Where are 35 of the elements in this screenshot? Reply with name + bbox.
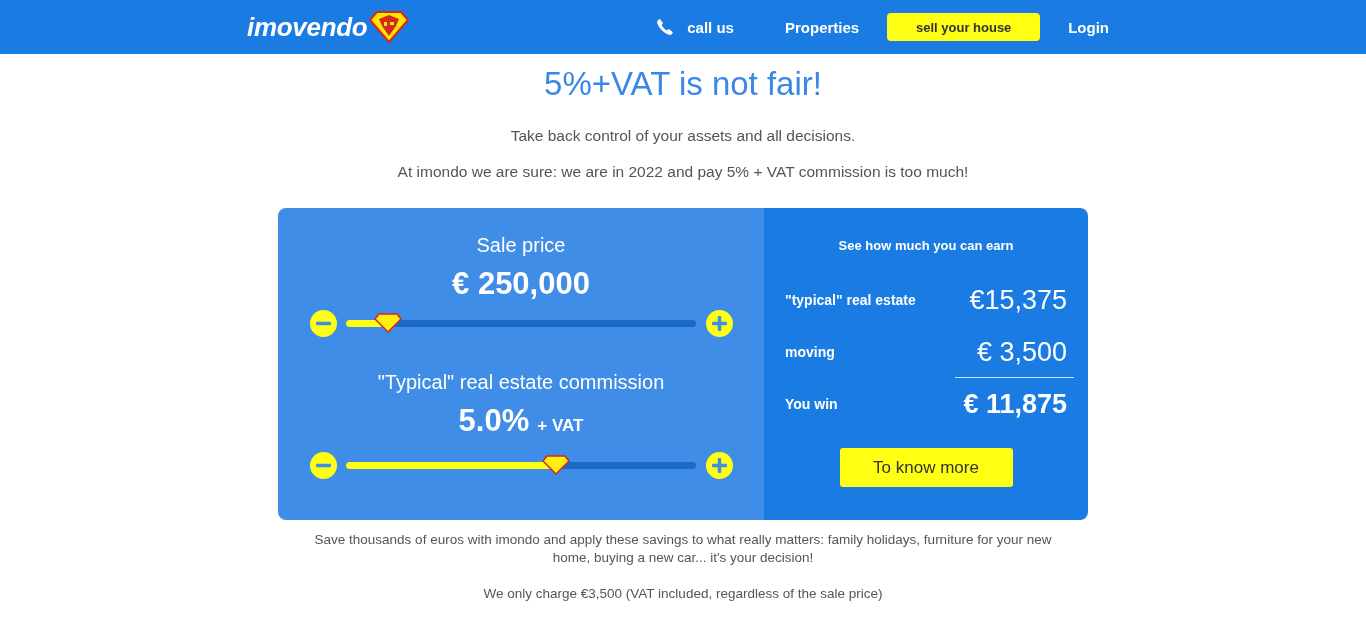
earning-value: € 3,500 (976, 336, 1067, 368)
nav-link[interactable]: Login (1068, 18, 1109, 36)
call-us-link[interactable]: call us (657, 18, 734, 36)
plus-icon (711, 457, 727, 473)
earning-label: "typical" real estate (785, 292, 916, 308)
slider-thumb[interactable] (541, 454, 570, 475)
decrease-button[interactable] (309, 309, 337, 337)
slider-track[interactable] (345, 454, 696, 476)
nav-link[interactable]: Properties (784, 18, 860, 36)
logo-text[interactable]: imovendo (247, 12, 368, 42)
earning-value: €15,375 (969, 284, 1067, 316)
slider-track[interactable] (345, 312, 696, 334)
slider-label: Sale price (476, 233, 566, 258)
page-title: 5%+VAT is not fair! (544, 64, 822, 104)
intro-text: At imondo we are sure: we are in 2022 and pay 5% + VAT commission is too much! (397, 162, 969, 182)
value-suffix: + VAT (537, 415, 584, 437)
slider-thumb[interactable] (373, 312, 402, 333)
plus-icon (711, 315, 727, 331)
decrease-button[interactable] (309, 451, 337, 479)
know-more-button[interactable]: To know more (839, 448, 1013, 487)
increase-button[interactable] (705, 451, 733, 479)
slider-value: 5.0% (458, 403, 530, 439)
slider-value: € 250,000 (452, 266, 590, 302)
phone-icon (657, 19, 674, 35)
total-value: € 11,875 (963, 388, 1067, 420)
sell-house-button[interactable]: sell your house (887, 13, 1041, 41)
total-label: You win (785, 396, 838, 412)
summary-title: See how much you can earn (837, 237, 1015, 255)
intro-text: Take back control of your assets and all decisions. (510, 126, 856, 146)
slider-label: "Typical" real estate commission (377, 370, 665, 395)
shield-house-icon (369, 11, 410, 43)
increase-button[interactable] (705, 309, 733, 337)
info-text: We only charge €3,500 (VAT included, regardless of the sale price) (482, 585, 884, 603)
info-text: Save thousands of euros with imondo and apply these savings to what really matters: family holidays, furniture for your new home, buying a new car... it's your decision! (313, 531, 1053, 567)
earning-label: moving (785, 344, 835, 360)
